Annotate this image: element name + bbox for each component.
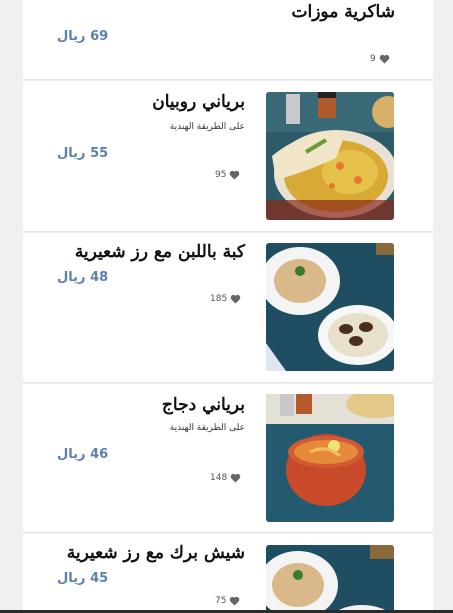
- item-image[interactable]: [266, 243, 394, 371]
- heart-icon: [379, 54, 390, 64]
- heart-icon: [230, 170, 240, 180]
- item-title: شاكرية موزات: [291, 2, 396, 22]
- like-counter[interactable]: 185: [210, 294, 241, 304]
- menu-item-card[interactable]: شيش برك مع رز شعيرية 45 ريال 75: [23, 534, 433, 613]
- item-price: 55 ريال: [57, 146, 109, 161]
- like-counter[interactable]: 148: [210, 473, 241, 483]
- item-price: 46 ريال: [57, 447, 109, 462]
- like-count: 148: [210, 473, 228, 483]
- menu-item-card[interactable]: برياني دجاج على الطريقة الهندية 46 ريال …: [23, 384, 433, 533]
- item-price: 48 ريال: [57, 270, 109, 285]
- like-count: 95: [215, 170, 227, 180]
- like-count: 9: [370, 54, 376, 64]
- item-image[interactable]: [266, 92, 394, 220]
- item-price: 45 ريال: [57, 571, 109, 586]
- item-subtitle: على الطريقة الهندية: [169, 423, 245, 433]
- menu-item-card[interactable]: كبة باللبن مع رز شعيرية 48 ريال 185: [23, 233, 433, 383]
- item-title: شيش برك مع رز شعيرية: [66, 543, 245, 563]
- menu-item-card[interactable]: شاكرية موزات 69 ريال 9: [23, 0, 433, 80]
- like-counter[interactable]: 95: [215, 170, 240, 180]
- item-image[interactable]: [266, 545, 394, 613]
- like-count: 185: [210, 294, 228, 304]
- like-counter[interactable]: 75: [215, 596, 240, 606]
- menu-item-card[interactable]: برياني روبيان على الطريقة الهندية 55 ريا…: [23, 81, 433, 232]
- item-image[interactable]: [266, 394, 394, 522]
- item-price: 69 ريال: [57, 29, 109, 44]
- item-title: برياني روبيان: [152, 92, 245, 112]
- heart-icon: [230, 596, 240, 606]
- like-count: 75: [215, 596, 227, 606]
- heart-icon: [230, 294, 241, 304]
- like-counter[interactable]: 9: [370, 54, 390, 64]
- item-title: كبة باللبن مع رز شعيرية: [74, 242, 245, 262]
- item-title: برياني دجاج: [161, 395, 245, 415]
- item-subtitle: على الطريقة الهندية: [169, 122, 245, 132]
- heart-icon: [230, 473, 241, 483]
